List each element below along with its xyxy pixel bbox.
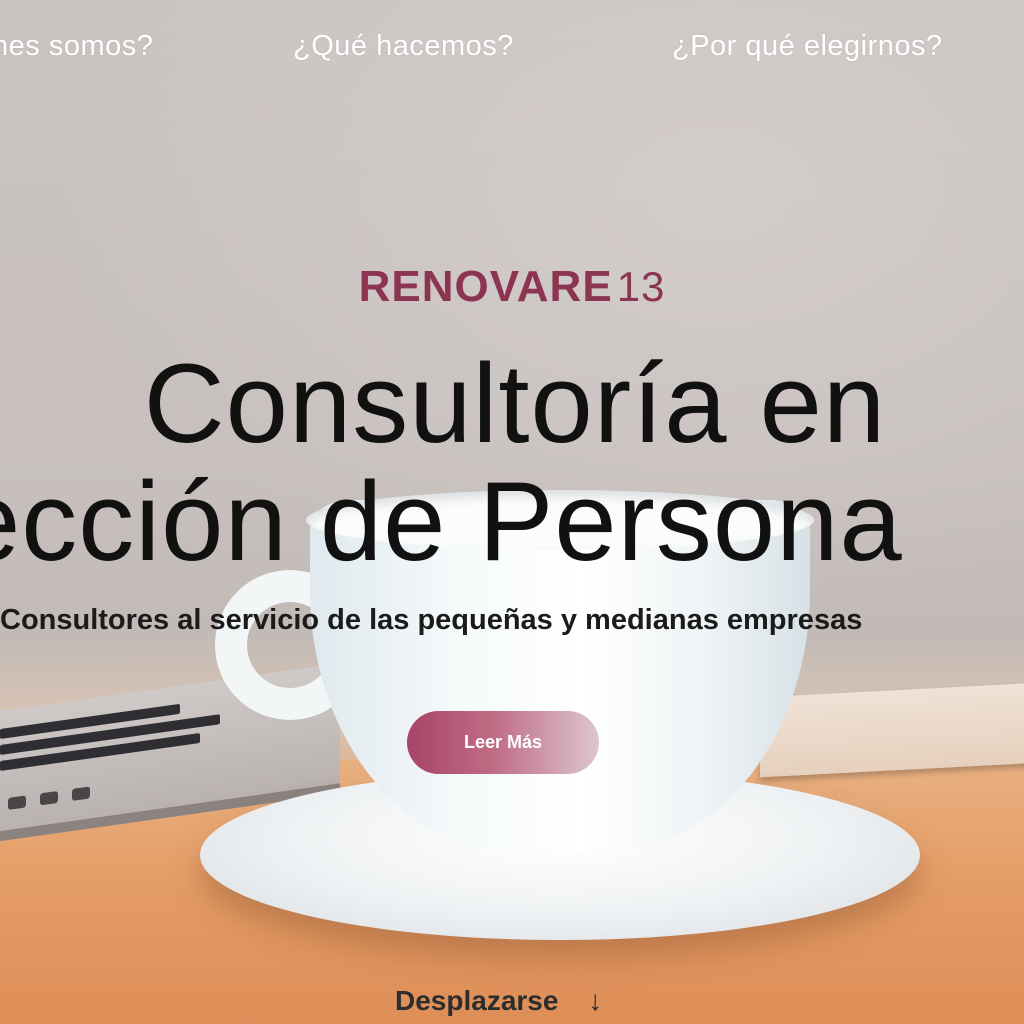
laptop-port [72, 786, 90, 801]
hero-section: nes somos? ¿Qué hacemos? ¿Por qué elegir… [0, 0, 1024, 1024]
scroll-down-link[interactable]: Desplazarse ↓ [395, 985, 602, 1017]
read-more-button[interactable]: Leer Más [407, 711, 599, 774]
laptop-port [40, 790, 58, 806]
laptop-port [8, 795, 26, 810]
brand-logo: RENOVARE13 [0, 262, 1024, 312]
page-title: Consultoría en ección de Persona [0, 341, 1024, 581]
hero-subtitle-text: Consultores al servicio de las pequeñas … [0, 604, 863, 636]
nav-link-quienes-somos[interactable]: nes somos? [0, 30, 153, 63]
headline-line-1: Consultoría en [143, 341, 887, 466]
scroll-label: Desplazarse [395, 985, 559, 1016]
top-nav: nes somos? ¿Qué hacemos? ¿Por qué elegir… [0, 0, 1024, 100]
logo-wordmark: RENOVARE [358, 262, 613, 311]
background-book [760, 682, 1024, 778]
arrow-down-icon: ↓ [588, 985, 603, 1016]
headline-line-2: ección de Persona [0, 459, 903, 584]
nav-link-por-que-elegirnos[interactable]: ¿Por qué elegirnos? [672, 30, 943, 63]
logo-number: 13 [616, 263, 666, 310]
nav-link-que-hacemos[interactable]: ¿Qué hacemos? [293, 30, 514, 63]
hero-subtitle: Consultores al servicio de las pequeñas … [0, 604, 1024, 637]
